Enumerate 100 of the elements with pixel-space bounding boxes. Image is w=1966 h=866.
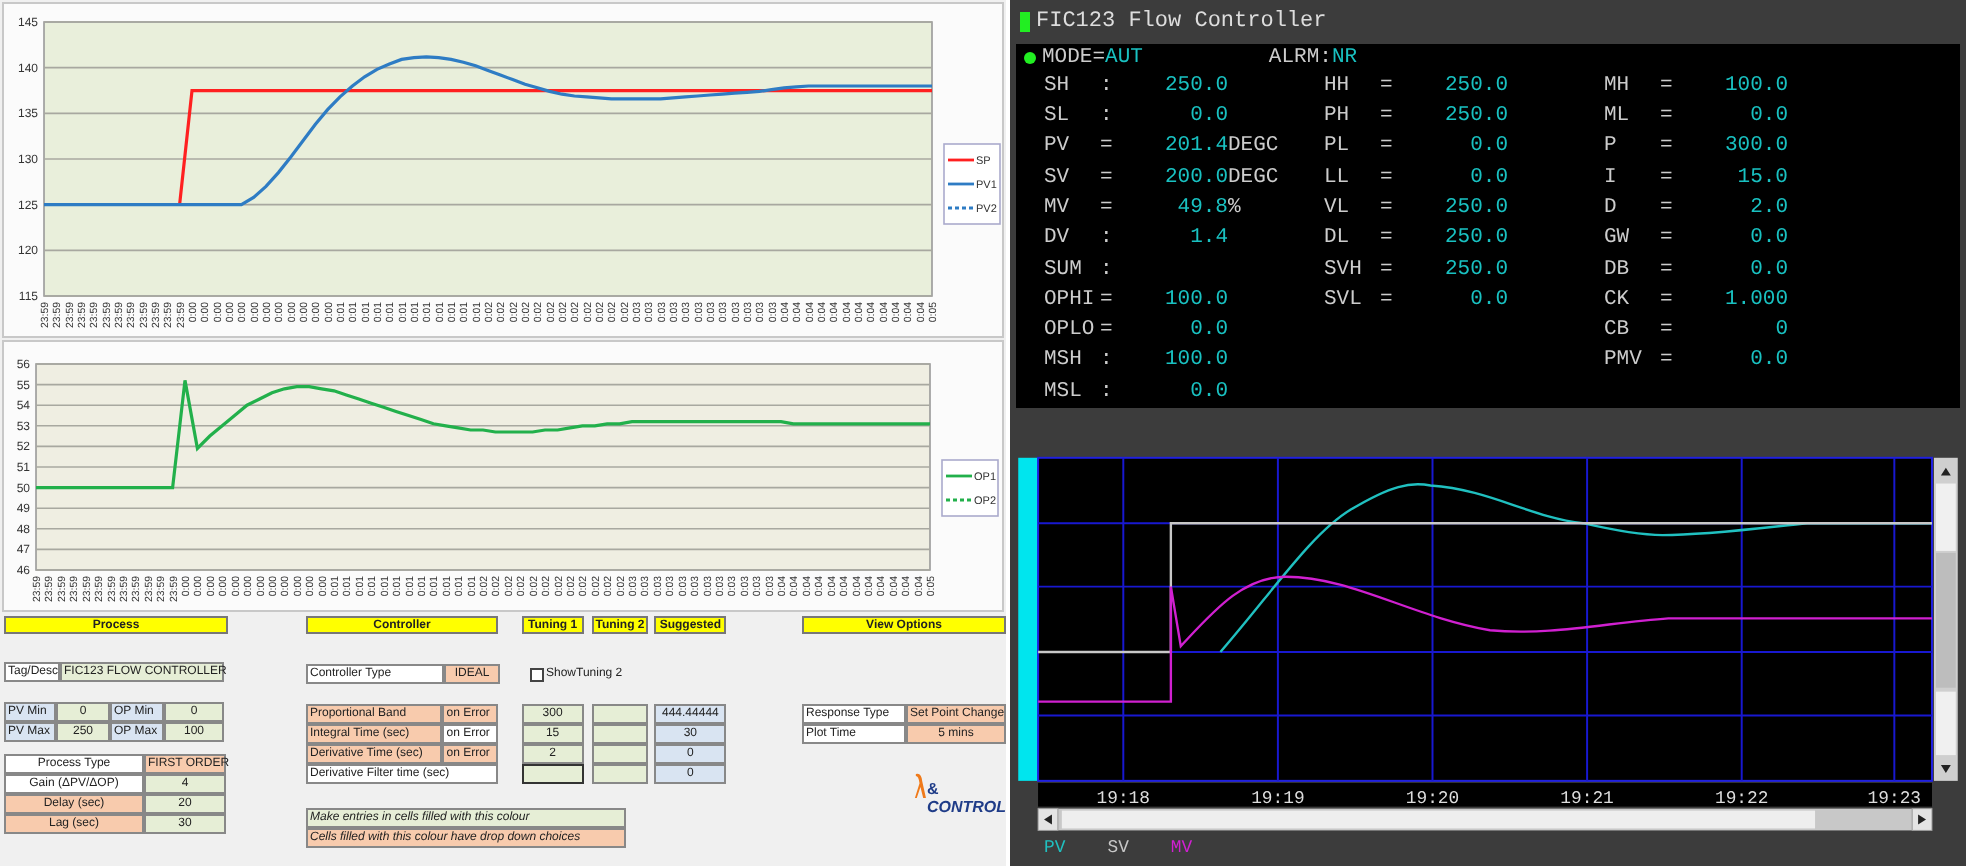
param-value: 100.0 xyxy=(1162,346,1228,377)
param-value: 0.0 xyxy=(1188,316,1228,347)
param-label: P xyxy=(1604,132,1619,163)
status-led-icon xyxy=(1020,11,1030,32)
param-separator: = xyxy=(1380,71,1395,102)
param-separator: : xyxy=(1100,224,1115,255)
value-cell[interactable] xyxy=(591,744,649,764)
param-value: 250.0 xyxy=(1162,71,1228,102)
param-value: 0.0 xyxy=(1188,377,1228,408)
mode-value: AUT xyxy=(1105,45,1143,70)
param-value: 0.0 xyxy=(1748,255,1788,286)
param-unit: % xyxy=(1228,193,1243,224)
param-label: SVL xyxy=(1324,285,1364,316)
time-axis-label: 19:18 xyxy=(1096,788,1151,809)
param-value: 250.0 xyxy=(1442,193,1508,224)
legend-label: MV xyxy=(1170,838,1193,859)
param-separator: = xyxy=(1100,285,1115,316)
param-separator: = xyxy=(1660,346,1675,377)
param-separator: = xyxy=(1380,285,1395,316)
value-cell[interactable] xyxy=(591,724,649,744)
param-separator: = xyxy=(1660,132,1675,163)
param-label: MSL xyxy=(1044,377,1084,408)
param-separator: = xyxy=(1660,255,1675,286)
param-value: 250.0 xyxy=(1442,224,1508,255)
param-unit: DEGC xyxy=(1228,163,1281,194)
param-separator: = xyxy=(1660,163,1675,194)
param-label: I xyxy=(1604,163,1619,194)
param-label: MH xyxy=(1604,71,1632,102)
param-separator: = xyxy=(1100,132,1115,163)
param-separator: : xyxy=(1100,346,1115,377)
value-cell[interactable] xyxy=(591,764,649,784)
param-separator: = xyxy=(1660,285,1675,316)
param-unit: DEGC xyxy=(1228,132,1281,163)
param-value: 1.4 xyxy=(1188,224,1228,255)
param-separator: = xyxy=(1660,71,1675,102)
param-label: VL xyxy=(1324,193,1352,224)
param-label: OPLO xyxy=(1044,316,1097,347)
legend-line-icon xyxy=(948,206,974,210)
param-value: 0.0 xyxy=(1468,285,1508,316)
param-label: SV xyxy=(1044,163,1072,194)
param-separator: : xyxy=(1100,102,1115,133)
param-label: DB xyxy=(1604,255,1632,286)
alarm-value: NR xyxy=(1331,45,1358,70)
legend-line-icon xyxy=(948,158,974,162)
param-label: PV xyxy=(1044,132,1072,163)
param-label: ML xyxy=(1604,102,1632,133)
param-value: 250.0 xyxy=(1442,255,1508,286)
param-separator: = xyxy=(1380,193,1395,224)
legend-line-icon xyxy=(946,498,972,502)
param-value: 100.0 xyxy=(1162,285,1228,316)
param-label: SUM xyxy=(1044,255,1084,286)
param-label: CK xyxy=(1604,285,1632,316)
param-separator: = xyxy=(1100,163,1115,194)
logo-text: CONTROL xyxy=(926,798,1006,816)
param-value: 0.0 xyxy=(1748,102,1788,133)
param-separator: = xyxy=(1660,193,1675,224)
param-label: DL xyxy=(1324,224,1352,255)
time-axis-label: 19:19 xyxy=(1251,788,1305,809)
value-cell[interactable] xyxy=(521,764,584,784)
window-title: FIC123 Flow Controller xyxy=(1036,9,1327,34)
legend-label: PV xyxy=(1044,838,1066,859)
param-label: PMV xyxy=(1604,346,1644,377)
param-label: D xyxy=(1604,193,1619,224)
param-separator: = xyxy=(1380,132,1395,163)
param-value: 0.0 xyxy=(1748,224,1788,255)
param-label: SVH xyxy=(1324,255,1364,286)
param-label: HH xyxy=(1324,71,1352,102)
param-separator: : xyxy=(1100,255,1115,286)
param-separator: = xyxy=(1660,102,1675,133)
param-value: 15.0 xyxy=(1735,163,1788,194)
param-value: 250.0 xyxy=(1442,102,1508,133)
alarm-label: ALRM: xyxy=(1268,45,1332,70)
param-value: 1.000 xyxy=(1722,285,1788,316)
param-value: 2.0 xyxy=(1748,193,1788,224)
param-value: 100.0 xyxy=(1722,71,1788,102)
param-separator: = xyxy=(1380,102,1395,133)
param-separator: = xyxy=(1660,224,1675,255)
param-label: LL xyxy=(1324,163,1352,194)
time-axis-label: 19:22 xyxy=(1714,788,1769,809)
param-value: 0.0 xyxy=(1748,346,1788,377)
param-separator: = xyxy=(1660,316,1675,347)
time-axis-label: 19:20 xyxy=(1405,788,1460,809)
param-separator: = xyxy=(1380,224,1395,255)
vertical-scrollbar[interactable] xyxy=(1933,457,1958,781)
legend-line-icon xyxy=(946,474,972,478)
param-value: 0.0 xyxy=(1188,102,1228,133)
legend-line-icon xyxy=(948,182,974,186)
param-separator: = xyxy=(1100,193,1115,224)
value-cell[interactable] xyxy=(591,704,649,724)
param-label: GW xyxy=(1604,224,1632,255)
param-value: 0 xyxy=(1773,316,1788,347)
logo-text: & xyxy=(926,780,941,798)
param-value: 0.0 xyxy=(1468,132,1508,163)
time-axis-label: 19:23 xyxy=(1867,788,1922,809)
param-label: OPHI xyxy=(1044,285,1097,316)
param-separator: : xyxy=(1100,377,1115,408)
horizontal-scrollbar[interactable] xyxy=(1037,808,1933,831)
param-label: DV xyxy=(1044,224,1072,255)
param-separator: = xyxy=(1380,163,1395,194)
mode-label: MODE= xyxy=(1042,45,1106,70)
